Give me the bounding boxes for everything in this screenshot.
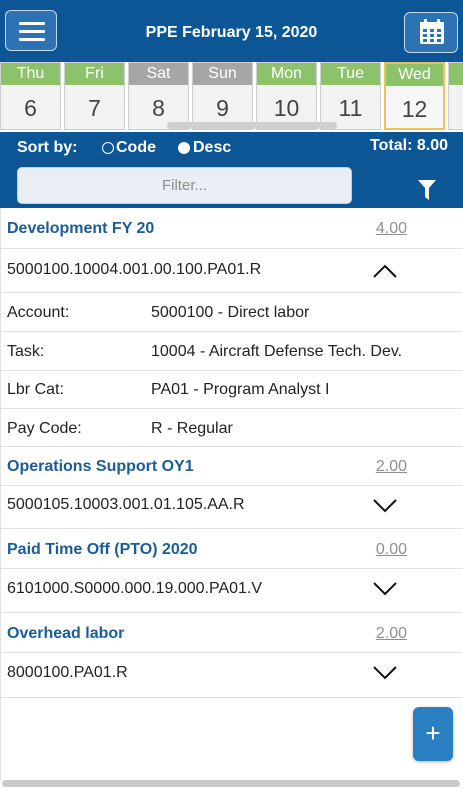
chevron-down-icon[interactable] [373, 666, 397, 680]
project-hours[interactable]: 0.00 [376, 541, 407, 559]
add-entry-button[interactable]: + [413, 707, 453, 761]
sort-code-label[interactable]: Code [116, 139, 156, 157]
project-row[interactable]: Operations Support OY1 2.00 [1, 447, 463, 486]
day-name: Tue [321, 63, 380, 85]
day-number: 6 [24, 95, 37, 121]
project-name: Operations Support OY1 [7, 458, 194, 475]
day-mon[interactable]: Mon 10 [256, 62, 317, 130]
detail-label: Lbr Cat: [7, 381, 64, 398]
filter-input[interactable] [17, 167, 352, 204]
funnel-icon[interactable] [418, 180, 436, 200]
project-hours[interactable]: 2.00 [376, 458, 407, 476]
charge-code-row[interactable]: 6101000.S0000.000.19.000.PA01.V [1, 569, 463, 613]
total-hours: Total: 8.00 [370, 137, 448, 154]
timesheet-list: Development FY 20 4.00 5000100.10004.001… [0, 208, 463, 780]
chevron-down-icon[interactable] [373, 582, 397, 596]
detail-value: 5000100 - Direct labor [151, 304, 310, 321]
detail-row-pay-code: Pay Code: R - Regular [1, 409, 463, 447]
project-row[interactable]: Paid Time Off (PTO) 2020 0.00 [1, 529, 463, 569]
day-name: Sat [129, 63, 188, 85]
charge-code: 6101000.S0000.000.19.000.PA01.V [7, 580, 263, 597]
day-number: 12 [401, 96, 428, 122]
project-row[interactable]: Overhead labor 2.00 [1, 613, 463, 653]
day-name [449, 63, 463, 85]
chevron-up-icon[interactable] [373, 264, 397, 278]
detail-row-account: Account: 5000100 - Direct labor [1, 293, 463, 332]
charge-code: 5000105.10003.001.01.105.AA.R [7, 496, 245, 513]
day-name: Wed [386, 64, 443, 86]
project-name: Overhead labor [7, 625, 125, 642]
sort-desc-label[interactable]: Desc [193, 139, 231, 157]
sort-code-radio[interactable] [102, 142, 114, 154]
day-name: Mon [257, 63, 316, 85]
day-wed-selected[interactable]: Wed 12 [384, 62, 445, 130]
project-row[interactable]: Development FY 20 4.00 [1, 208, 463, 249]
day-number: 7 [88, 95, 101, 121]
day-next-partial[interactable] [448, 62, 463, 130]
sort-desc-radio[interactable] [178, 142, 190, 154]
day-name: Fri [65, 63, 124, 85]
day-thu[interactable]: Thu 6 [0, 62, 61, 130]
project-hours[interactable]: 2.00 [376, 625, 407, 643]
day-sat[interactable]: Sat 8 [128, 62, 189, 130]
day-name: Thu [1, 63, 60, 85]
chevron-down-icon[interactable] [373, 499, 397, 513]
day-strip-scrollbar[interactable] [167, 122, 337, 129]
detail-label: Account: [7, 304, 70, 321]
detail-value: PA01 - Program Analyst I [151, 381, 330, 398]
charge-code-row[interactable]: 5000105.10003.001.01.105.AA.R [1, 486, 463, 529]
calendar-icon [420, 19, 444, 44]
page-scrollbar[interactable] [2, 780, 460, 787]
day-strip: Thu 6 Fri 7 Sat 8 Sun 9 Mon 10 Tue 11 We… [0, 62, 463, 132]
calendar-button[interactable] [404, 12, 458, 53]
detail-value: 10004 - Aircraft Defense Tech. Dev. [151, 343, 403, 360]
day-sun[interactable]: Sun 9 [192, 62, 253, 130]
charge-code: 5000100.10004.001.00.100.PA01.R [7, 261, 262, 278]
day-fri[interactable]: Fri 7 [64, 62, 125, 130]
project-name: Development FY 20 [7, 220, 155, 237]
detail-value: R - Regular [151, 420, 233, 437]
detail-label: Task: [7, 343, 45, 360]
charge-code: 8000100.PA01.R [7, 664, 128, 681]
detail-row-task: Task: 10004 - Aircraft Defense Tech. Dev… [1, 332, 463, 371]
charge-code-row[interactable]: 8000100.PA01.R [1, 653, 463, 698]
day-tue[interactable]: Tue 11 [320, 62, 381, 130]
detail-row-lbr-cat: Lbr Cat: PA01 - Program Analyst I [1, 371, 463, 409]
day-name: Sun [193, 63, 252, 85]
detail-label: Pay Code: [7, 420, 82, 437]
charge-code-row[interactable]: 5000100.10004.001.00.100.PA01.R [1, 249, 463, 293]
project-name: Paid Time Off (PTO) 2020 [7, 541, 198, 558]
sort-label: Sort by: [17, 139, 78, 156]
page-title: PPE February 15, 2020 [145, 24, 318, 41]
project-hours[interactable]: 4.00 [376, 220, 407, 238]
